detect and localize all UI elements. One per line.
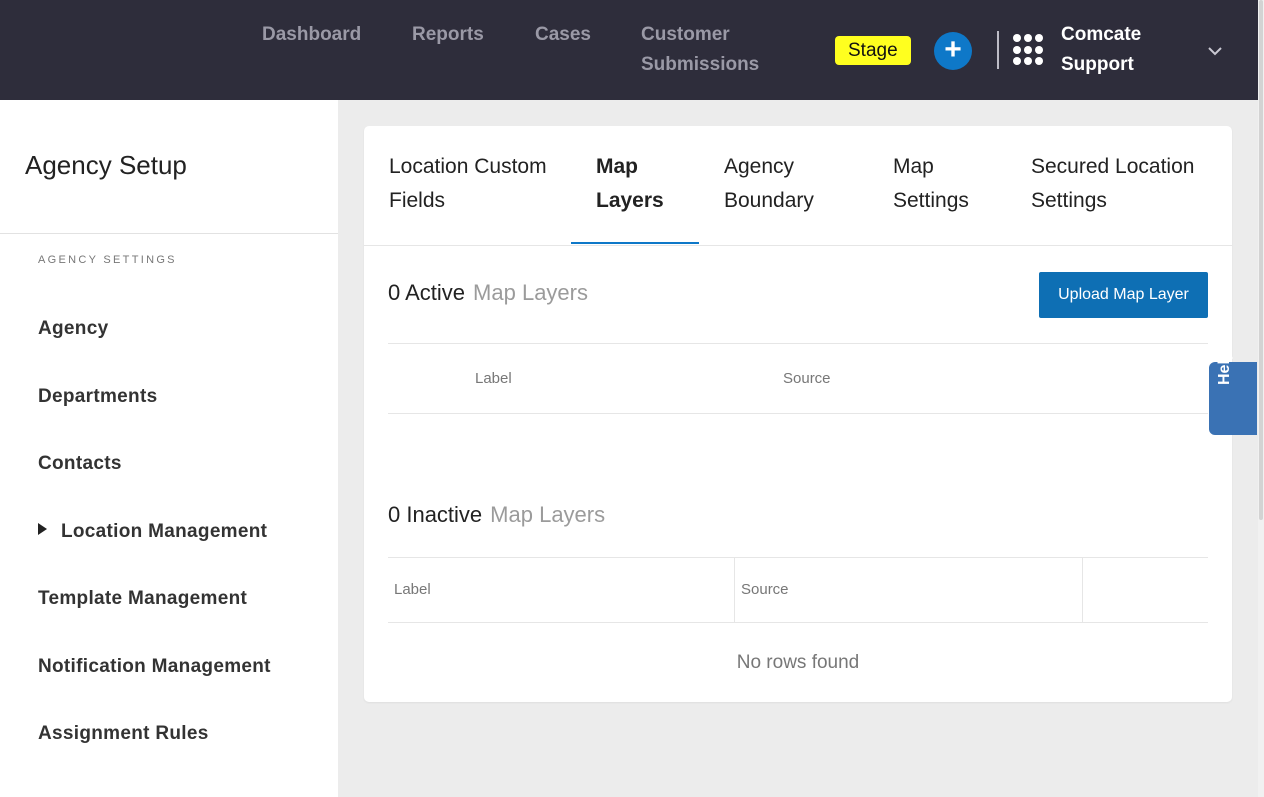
sidebar-item-assignment-rules[interactable]: Assignment Rules xyxy=(38,723,209,745)
sidebar-item-notification-management[interactable]: Notification Management xyxy=(38,656,271,678)
nav-divider xyxy=(997,31,999,69)
table-divider xyxy=(388,343,1208,344)
sidebar-item-location-management[interactable]: Location Management xyxy=(32,521,267,543)
upload-map-layer-button[interactable]: Upload Map Layer xyxy=(1039,272,1208,318)
sidebar-item-agency[interactable]: Agency xyxy=(38,318,108,340)
sidebar-item-label: Location Management xyxy=(61,521,268,542)
column-header-source[interactable]: Source xyxy=(783,370,831,387)
top-navigation-bar: Dashboard Reports Cases Customer Submiss… xyxy=(0,0,1258,100)
active-tab-indicator xyxy=(571,242,699,244)
column-divider[interactable] xyxy=(1082,558,1083,623)
sidebar-divider xyxy=(0,233,338,234)
inactive-count: 0 Inactive xyxy=(388,502,483,527)
chevron-down-icon[interactable] xyxy=(1206,44,1224,58)
sidebar-title: Agency Setup xyxy=(25,150,187,180)
tab-agency-boundary[interactable]: Agency Boundary xyxy=(724,150,834,218)
add-button[interactable]: + xyxy=(934,32,972,70)
main-card: Location Custom Fields Map Layers Agency… xyxy=(364,126,1232,702)
column-header-source[interactable]: Source xyxy=(741,581,789,598)
tabs-divider xyxy=(364,245,1232,246)
active-heading-label: Map Layers xyxy=(473,280,588,305)
tab-secured-location-settings[interactable]: Secured Location Settings xyxy=(1031,150,1221,218)
nav-customer-submissions[interactable]: Customer Submissions xyxy=(641,20,771,80)
column-header-label[interactable]: Label xyxy=(475,370,512,387)
nav-dashboard[interactable]: Dashboard xyxy=(262,20,361,50)
empty-table-message: No rows found xyxy=(736,652,860,673)
tab-map-settings[interactable]: Map Settings xyxy=(893,150,983,218)
column-header-label[interactable]: Label xyxy=(394,581,431,598)
help-label[interactable]: Help xyxy=(1216,350,1234,385)
tab-label: Map Settings xyxy=(893,155,969,212)
sidebar-item-departments[interactable]: Departments xyxy=(38,386,157,408)
table-divider xyxy=(388,413,1208,414)
active-layers-heading: 0 Active Map Layers xyxy=(388,280,588,306)
column-divider[interactable] xyxy=(734,558,735,623)
section-label: AGENCY SETTINGS xyxy=(38,254,177,266)
tab-label: Map Layers xyxy=(596,155,664,212)
inactive-heading-label: Map Layers xyxy=(490,502,606,527)
nav-cases[interactable]: Cases xyxy=(535,20,591,50)
active-count: 0 Active xyxy=(388,280,466,305)
environment-badge: Stage xyxy=(835,36,911,65)
inactive-layers-heading: 0 Inactive Map Layers xyxy=(388,502,605,528)
tab-label: Agency Boundary xyxy=(724,155,814,212)
plus-icon: + xyxy=(944,33,962,66)
scrollbar-thumb[interactable] xyxy=(1259,0,1263,520)
org-name[interactable]: Comcate Support xyxy=(1061,20,1181,80)
grid-icon[interactable] xyxy=(1013,34,1045,66)
tab-map-layers[interactable]: Map Layers xyxy=(596,150,666,218)
caret-right-icon xyxy=(38,523,47,535)
table-header-row xyxy=(388,558,1208,623)
sidebar-item-contacts[interactable]: Contacts xyxy=(38,453,122,475)
nav-reports[interactable]: Reports xyxy=(412,20,484,50)
tab-location-custom-fields[interactable]: Location Custom Fields xyxy=(389,150,549,218)
sidebar: Agency Setup AGENCY SETTINGS Agency Depa… xyxy=(0,100,338,797)
sidebar-item-template-management[interactable]: Template Management xyxy=(38,588,247,610)
